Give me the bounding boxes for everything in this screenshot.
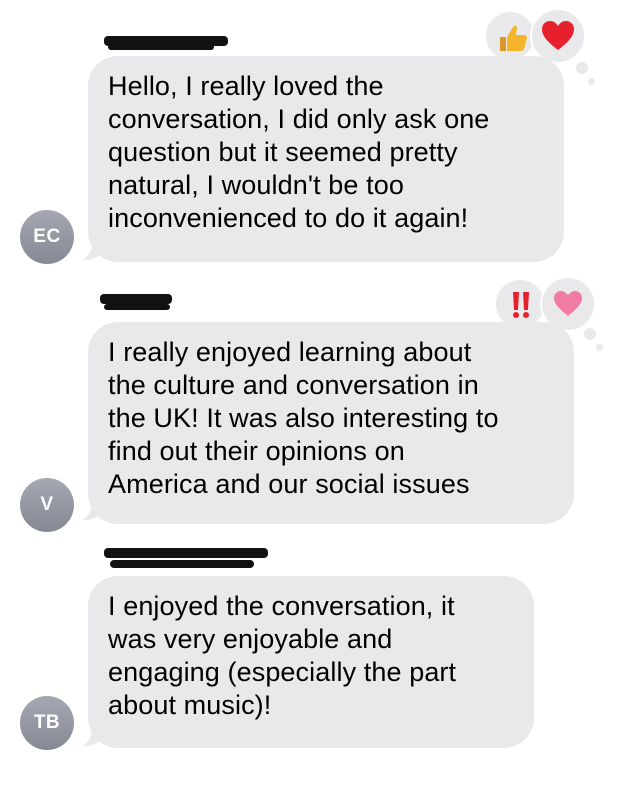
redacted-sender-name-stroke [110, 560, 254, 568]
avatar[interactable]: EC [20, 210, 74, 264]
redacted-sender-name [104, 548, 268, 558]
message-group-3: I enjoyed the conversation, it was very … [0, 540, 640, 786]
tapback-dot-large [584, 328, 596, 340]
message-group-2: I really enjoyed learning about the cult… [0, 270, 640, 540]
thumbs-up-icon [500, 25, 527, 51]
message-bubble[interactable]: I enjoyed the conversation, it was very … [88, 576, 534, 748]
avatar[interactable]: TB [20, 696, 74, 750]
message-group-1: Hello, I really loved the conversation, … [0, 0, 640, 270]
tapback-thumbs-bubble [484, 10, 536, 62]
avatar[interactable]: V [20, 478, 74, 532]
redacted-sender-name [100, 294, 172, 304]
tapback-dot-small [596, 344, 603, 351]
message-bubble[interactable]: I really enjoyed learning about the cult… [88, 322, 574, 524]
redacted-sender-name-stroke [104, 304, 170, 310]
redacted-sender-name-stroke [108, 44, 214, 50]
tapback-dot-large [576, 62, 588, 74]
tapback-dot-small [588, 78, 595, 85]
message-bubble[interactable]: Hello, I really loved the conversation, … [88, 56, 564, 262]
